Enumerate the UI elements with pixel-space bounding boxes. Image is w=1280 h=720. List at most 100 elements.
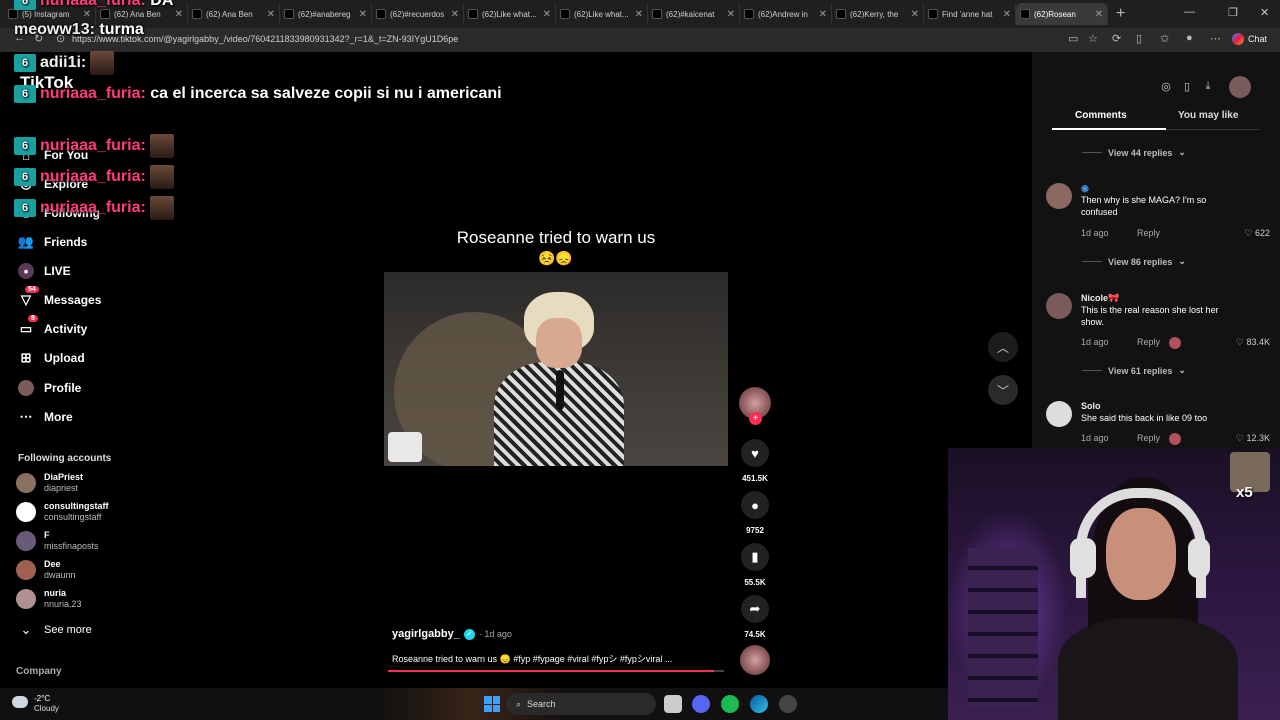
maximize-button[interactable]: ❐ [1228,6,1238,19]
screen-cast-icon[interactable]: ▭ [1068,32,1078,45]
replies-divider [1082,152,1102,153]
next-video-button[interactable]: ﹀ [988,375,1018,405]
download-icon[interactable]: ⤓ [1200,80,1216,96]
tab-close-icon[interactable]: ✕ [451,9,459,20]
reply-button[interactable]: Reply [1137,228,1160,238]
follow-plus-button[interactable]: + [749,412,762,425]
account-avatar[interactable] [1229,76,1251,98]
tab-close-icon[interactable]: ✕ [543,9,551,20]
settings-menu-icon[interactable]: ⋯ [1210,32,1221,45]
browser-tab[interactable]: (62) Ana Ben ✕ [188,3,280,25]
browser-tab[interactable]: (62)Andrew in ✕ [740,3,832,25]
browser-tab[interactable]: (62)#kaicenat ✕ [648,3,740,25]
following-account[interactable]: DiaPriest diapriest [16,472,83,494]
share-button[interactable]: ➦ [741,595,769,623]
view-replies-button[interactable]: View 86 replies ⌄ [1082,256,1186,267]
extensions-icon[interactable]: ⟳ [1112,32,1121,45]
minimize-button[interactable]: — [1184,6,1195,18]
profile-avatar-icon[interactable]: ● [1186,32,1193,44]
following-account[interactable]: Fmissfinaposts [16,530,99,552]
tab-close-icon[interactable]: ✕ [267,9,275,20]
tab-you-may-like[interactable]: You may like [1178,110,1238,121]
profile-icon [18,380,34,396]
app-icon[interactable] [779,695,797,713]
reply-button[interactable]: Reply [1137,337,1160,347]
share-arrow-icon: ➦ [749,601,761,616]
browser-tab[interactable]: (62)#anabereg ✕ [280,3,372,25]
tab-close-icon[interactable]: ✕ [635,9,643,20]
comment-item: ◉ Then why is she MAGA? I'm so confused … [1046,183,1270,243]
tab-close-icon[interactable]: ✕ [911,9,919,20]
comment-like-button[interactable]: ♡ 622 [1226,228,1270,239]
tab-close-icon[interactable]: ✕ [727,9,735,20]
tab-close-icon[interactable]: ✕ [819,9,827,20]
weather-temperature[interactable]: -2°C [34,694,50,703]
chevron-down-icon: ⌄ [1178,147,1186,157]
view-replies-button[interactable]: View 61 replies ⌄ [1082,365,1186,376]
nav-friends[interactable]: 👥 Friends [18,234,87,250]
browser-tab[interactable]: Find 'anne hat ✕ [924,3,1016,25]
nav-upload[interactable]: ⊞ Upload [18,350,85,366]
start-button[interactable] [484,696,500,712]
tab-comments[interactable]: Comments [1075,110,1127,121]
like-button[interactable]: ♥ [741,439,769,467]
previous-video-button[interactable]: ︿ [988,332,1018,362]
close-window-button[interactable]: ✕ [1260,6,1269,19]
compass-icon[interactable]: ◎ [1158,80,1174,96]
browser-tab[interactable]: (62)Kerry, the ✕ [832,3,924,25]
nav-activity[interactable]: ▭ 8 Activity [18,315,87,337]
chevron-down-icon: ⌄ [20,622,32,637]
following-account[interactable]: Dee dwaunn [16,559,76,581]
phone-icon[interactable]: ▯ [1179,80,1195,96]
browser-tab[interactable]: (62)Rosean ✕ [1016,3,1108,25]
following-account[interactable]: consultingstaff consultingstaff [16,501,109,523]
video-progress-bar[interactable] [388,670,724,672]
task-view-icon[interactable] [664,695,682,713]
taskbar-search[interactable]: ⌕ Search [506,693,656,715]
browser-tab[interactable]: (62)Like what... ✕ [556,3,648,25]
following-account[interactable]: nuria nnuria.23 [16,588,82,610]
avatar[interactable] [1046,401,1072,427]
split-screen-icon[interactable]: ▯ [1136,32,1142,45]
sound-avatar[interactable] [740,645,770,675]
tab-close-icon[interactable]: ✕ [175,9,183,20]
save-button[interactable]: ▮ [741,543,769,571]
nav-messages[interactable]: ▽ 54 Messages [18,286,101,308]
edge-icon[interactable] [750,695,768,713]
favorite-star-icon[interactable]: ☆ [1088,32,1098,45]
cloud-icon[interactable] [12,696,28,708]
activity-icon: ▭ 8 [18,315,38,337]
avatar [16,589,36,609]
avatar[interactable] [1046,183,1072,209]
video-player[interactable] [384,272,728,466]
subscriber-badge: 6 [14,84,36,103]
tab-close-icon[interactable]: ✕ [1095,9,1103,20]
nav-live[interactable]: • LIVE [18,263,71,279]
tab-close-icon[interactable]: ✕ [359,9,367,20]
subscriber-badge: 6 [14,54,36,72]
browser-tab[interactable]: (62)#recuerdos ✕ [372,3,464,25]
comment-like-button[interactable]: ♡ 83.4K [1226,337,1270,348]
company-link[interactable]: Company [16,666,62,677]
copilot-chat-button[interactable]: Chat [1232,33,1267,45]
video-author[interactable]: yagirlgabby_ ✓ · 1d ago [392,628,512,640]
tab-label: (62) Ana Ben [114,9,161,19]
view-replies-button[interactable]: View 44 replies ⌄ [1082,147,1186,158]
reply-button[interactable]: Reply [1137,433,1160,443]
weather-description[interactable]: Cloudy [34,704,59,713]
spotify-icon[interactable] [721,695,739,713]
new-tab-button[interactable]: + [1116,5,1125,23]
discord-icon[interactable] [692,695,710,713]
tiktok-icon [284,9,294,19]
chat-emote [149,165,174,189]
nav-more[interactable]: ⋯ More [18,409,73,425]
avatar [16,531,36,551]
tab-close-icon[interactable]: ✕ [1003,9,1011,20]
avatar[interactable] [1046,293,1072,319]
favorites-icon[interactable]: ✩ [1160,32,1169,45]
comment-like-button[interactable]: ♡ 12.3K [1226,433,1270,444]
see-more-button[interactable]: ⌄ See more [18,622,92,638]
nav-profile[interactable]: Profile [18,380,81,396]
browser-tab[interactable]: (62)Like what... ✕ [464,3,556,25]
comment-button[interactable]: ● [741,491,769,519]
